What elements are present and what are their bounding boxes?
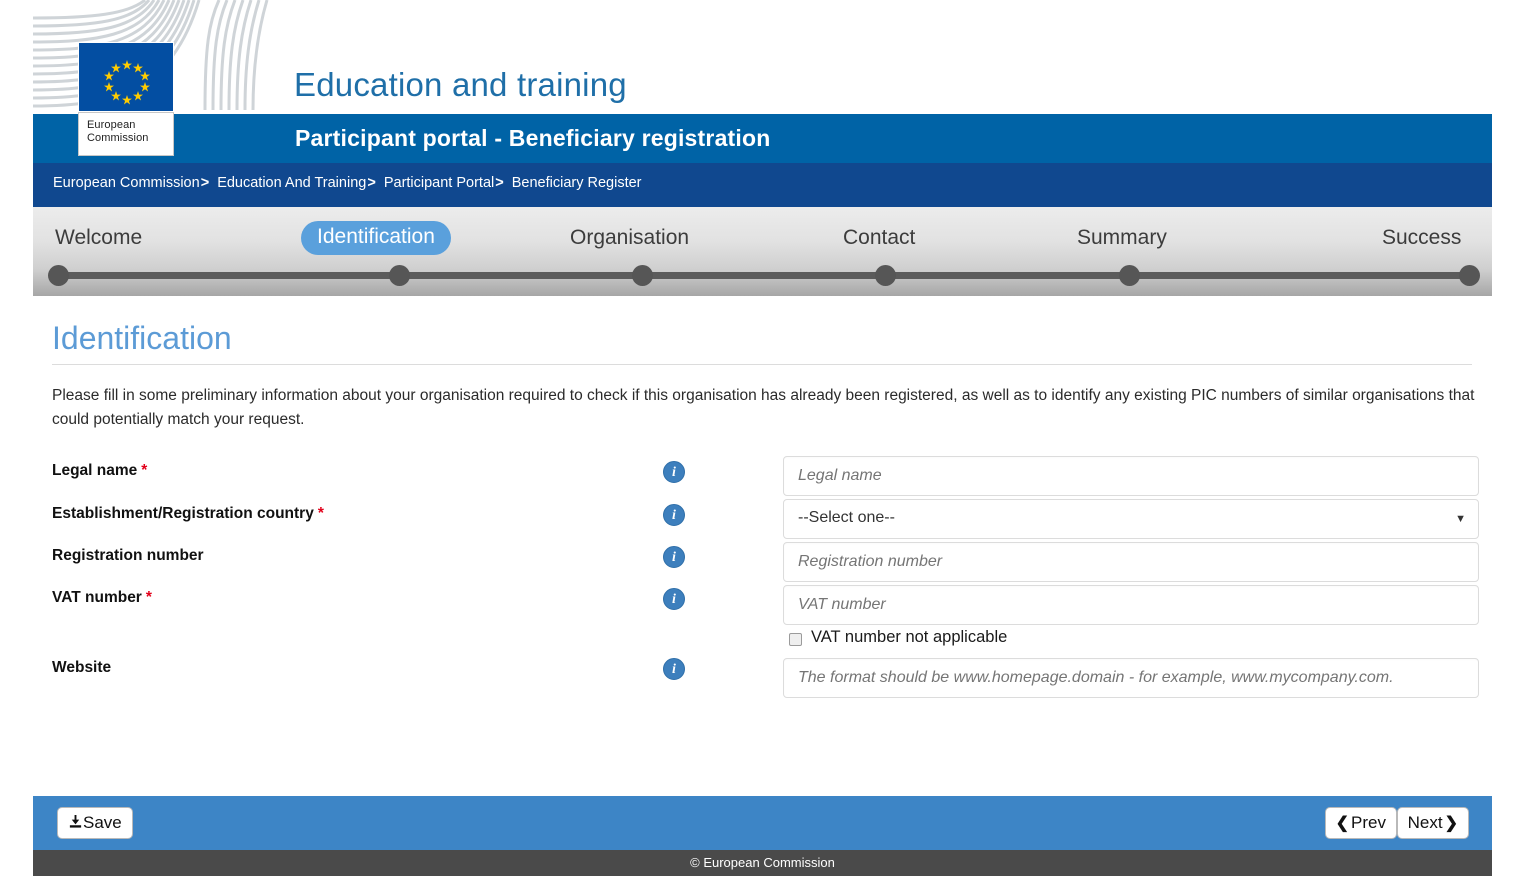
breadcrumb-separator: >	[495, 175, 504, 191]
breadcrumb-item-beneficiary-register[interactable]: Beneficiary Register	[512, 175, 642, 191]
required-asterisk: *	[141, 462, 148, 479]
vat-not-applicable-row: VAT number not applicable	[789, 628, 1479, 656]
next-button-label: Next	[1407, 813, 1443, 832]
step-dot-organisation[interactable]	[632, 265, 653, 286]
download-icon	[68, 809, 83, 839]
legal-name-input[interactable]	[783, 456, 1479, 496]
label-row-vat-number: VAT number * i	[52, 583, 732, 625]
info-icon-country[interactable]: i	[663, 504, 685, 526]
step-dot-identification[interactable]	[389, 265, 410, 286]
next-button[interactable]: Next ❯	[1396, 807, 1469, 839]
step-identification[interactable]: Identification	[301, 221, 451, 255]
label-row-spacer	[52, 625, 732, 653]
label-registration-number-text: Registration number	[52, 547, 204, 564]
breadcrumb: European Commission> Education And Train…	[53, 175, 642, 191]
title-divider	[52, 364, 1472, 365]
step-welcome[interactable]: Welcome	[55, 226, 142, 250]
breadcrumb-separator: >	[367, 175, 376, 191]
breadcrumb-item-education-and-training[interactable]: Education And Training	[217, 175, 366, 191]
label-vat-number: VAT number *	[52, 589, 152, 607]
label-legal-name: Legal name *	[52, 462, 147, 480]
ec-caption-line1: European	[87, 119, 136, 131]
website-input[interactable]	[783, 658, 1479, 698]
breadcrumb-bar: European Commission> Education And Train…	[33, 163, 1492, 207]
save-button-label: Save	[83, 813, 122, 832]
label-row-legal-name: Legal name * i	[52, 456, 732, 499]
label-country-text: Establishment/Registration country	[52, 505, 314, 522]
label-vat-number-text: VAT number	[52, 589, 142, 606]
step-dot-welcome[interactable]	[48, 265, 69, 286]
country-select-value: --Select one--	[798, 509, 895, 526]
prev-button[interactable]: ❮ Prev	[1324, 807, 1397, 839]
info-icon-vat-number[interactable]: i	[663, 588, 685, 610]
vat-not-applicable-label[interactable]: VAT number not applicable	[811, 628, 1007, 647]
beneficiary-registration-page: European Commission Education and traini…	[0, 0, 1525, 876]
info-icon-registration-number[interactable]: i	[663, 546, 685, 568]
portal-title-bar: Participant portal - Beneficiary registr…	[33, 114, 1492, 163]
required-asterisk: *	[317, 505, 324, 522]
portal-title-text: Participant portal - Beneficiary registr…	[295, 125, 771, 151]
label-row-registration-number: Registration number i	[52, 541, 732, 583]
site-title: Education and training	[294, 66, 627, 103]
step-summary[interactable]: Summary	[1077, 226, 1167, 250]
save-button[interactable]: Save	[57, 807, 133, 839]
step-success[interactable]: Success	[1382, 226, 1461, 250]
chevron-left-icon: ❮	[1335, 815, 1350, 832]
info-icon-legal-name[interactable]: i	[663, 461, 685, 483]
info-icon-website[interactable]: i	[663, 658, 685, 680]
intro-text: Please fill in some preliminary informat…	[52, 387, 1475, 428]
breadcrumb-item-participant-portal[interactable]: Participant Portal	[384, 175, 494, 191]
form-labels-column: Legal name * i Establishment/Registration…	[52, 456, 732, 695]
main-content: Identification Please fill in some preli…	[0, 296, 1525, 796]
site-header: European Commission Education and traini…	[0, 0, 1525, 156]
footer-copyright: © European Commission	[33, 850, 1492, 876]
breadcrumb-item-european-commission[interactable]: European Commission	[53, 175, 200, 191]
vat-number-input[interactable]	[783, 585, 1479, 625]
wizard-stepper: Welcome Identification Organisation Cont…	[33, 207, 1492, 296]
step-dot-summary[interactable]	[1119, 265, 1140, 286]
stepper-track	[55, 272, 1470, 279]
country-select[interactable]: --Select one-- ▼	[783, 499, 1479, 539]
step-organisation[interactable]: Organisation	[570, 226, 689, 250]
required-asterisk: *	[145, 589, 152, 606]
step-dot-success[interactable]	[1459, 265, 1480, 286]
label-legal-name-text: Legal name	[52, 462, 138, 479]
stepper-labels: Welcome Identification Organisation Cont…	[33, 207, 1492, 267]
ec-caption-line2: Commission	[87, 132, 149, 144]
chevron-down-icon: ▼	[1455, 513, 1466, 525]
label-country: Establishment/Registration country *	[52, 505, 324, 523]
label-registration-number: Registration number	[52, 547, 204, 565]
registration-number-input[interactable]	[783, 542, 1479, 582]
ec-logo-caption: European Commission	[78, 112, 174, 156]
label-website: Website	[52, 659, 111, 677]
eu-flag-logo	[78, 42, 174, 112]
form-fields-column: --Select one-- ▼ VAT number not applicab…	[783, 456, 1479, 701]
label-row-country: Establishment/Registration country * i	[52, 499, 732, 541]
step-contact[interactable]: Contact	[843, 226, 915, 250]
page-title: Identification	[52, 320, 232, 356]
step-dot-contact[interactable]	[875, 265, 896, 286]
label-website-text: Website	[52, 659, 112, 676]
wizard-action-bar: Save ❮ Prev Next ❯	[33, 796, 1492, 850]
vat-not-applicable-checkbox[interactable]	[789, 633, 802, 646]
prev-button-label: Prev	[1351, 813, 1386, 832]
breadcrumb-separator: >	[200, 175, 210, 191]
chevron-right-icon: ❯	[1444, 815, 1458, 832]
label-row-website: Website i	[52, 653, 732, 695]
